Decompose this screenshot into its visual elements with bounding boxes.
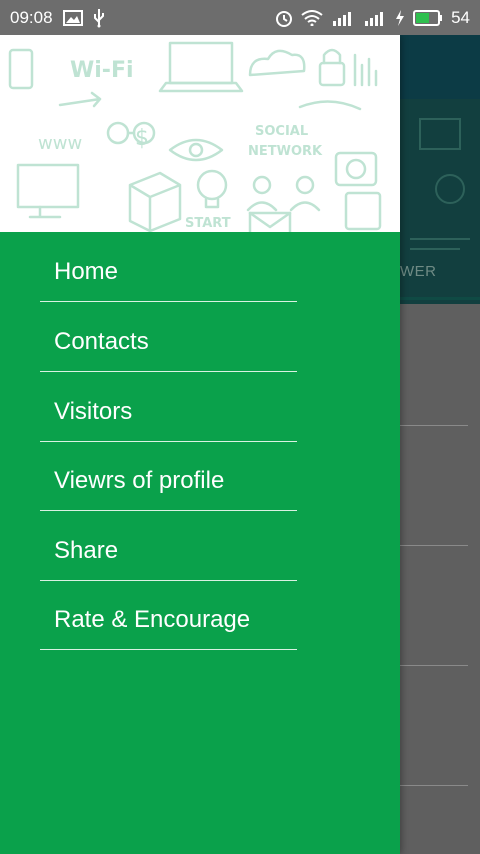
wifi-icon <box>301 9 323 26</box>
background-divider <box>400 665 468 666</box>
image-icon <box>62 9 83 26</box>
svg-text:START: START <box>185 216 231 231</box>
menu-item-home[interactable]: Home <box>40 232 297 302</box>
menu-item-share[interactable]: Share <box>40 511 297 581</box>
alarm-icon <box>275 9 293 27</box>
background-tab-label: WER <box>400 263 437 280</box>
menu-item-label: Viewrs of profile <box>54 467 225 494</box>
charging-icon <box>395 9 405 27</box>
menu-item-rate-encourage[interactable]: Rate & Encourage <box>40 580 297 650</box>
background-divider <box>400 785 468 786</box>
svg-text:Wi-Fi: Wi-Fi <box>70 58 134 83</box>
background-divider <box>400 425 468 426</box>
svg-text:SOCIAL: SOCIAL <box>255 124 308 139</box>
svg-text:www: www <box>38 133 82 154</box>
menu-item-label: Share <box>54 537 119 564</box>
menu-item-visitors[interactable]: Visitors <box>40 372 297 442</box>
signal-3g-icon <box>331 9 355 27</box>
status-time: 09:08 <box>10 7 53 27</box>
svg-text:$: $ <box>135 126 149 151</box>
menu-item-label: Visitors <box>54 398 133 425</box>
menu-item-label: Contacts <box>54 328 149 355</box>
background-divider <box>400 545 468 546</box>
battery-level: 54 <box>451 7 470 27</box>
svg-text:NETWORK: NETWORK <box>248 144 323 159</box>
background-tab-indicator <box>400 297 480 300</box>
menu-item-label: Home <box>54 258 119 285</box>
navigation-drawer: Wi-Fi SOCIAL NETWORK www $ START Home Co… <box>0 35 400 854</box>
drawer-header-image: Wi-Fi SOCIAL NETWORK www $ START <box>0 35 400 232</box>
battery-icon <box>413 9 443 26</box>
signal-icon <box>363 9 387 27</box>
usb-icon <box>93 8 105 28</box>
status-bar: 09:08 54 <box>0 0 480 35</box>
menu-item-viewers-of-profile[interactable]: Viewrs of profile <box>40 441 297 511</box>
menu-item-contacts[interactable]: Contacts <box>40 302 297 372</box>
menu-item-label: Rate & Encourage <box>54 606 251 633</box>
